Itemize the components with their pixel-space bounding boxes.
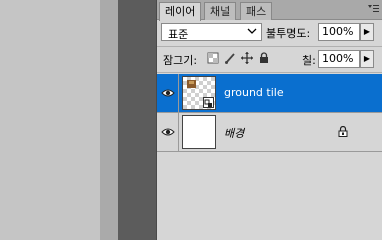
divider [157,46,382,47]
canvas-area [0,0,100,240]
layers-panel: 레이어 채널 패스 표준 불투명도: 100% ▶ 잠그기: 칠: 100% ▶… [156,0,382,240]
tab-paths[interactable]: 패스 [240,2,273,20]
opacity-label: 불투명도: [266,27,311,40]
opacity-input[interactable]: 100% [318,23,360,41]
fill-slider-button[interactable]: ▶ [360,50,374,68]
blend-mode-select[interactable]: 표준 [161,23,262,41]
layer-row-ground-tile[interactable]: ground tile [157,74,382,113]
opacity-slider-button[interactable]: ▶ [360,23,374,41]
blend-mode-value: 표준 [168,28,189,41]
lock-brush-icon[interactable] [224,52,236,64]
visibility-toggle[interactable] [157,113,179,151]
fill-input[interactable]: 100% [318,50,360,68]
visibility-toggle[interactable] [157,74,179,112]
blend-opacity-row: 표준 불투명도: 100% ▶ [157,21,382,45]
lock-fill-row: 잠그기: 칠: 100% ▶ [157,48,382,70]
canvas-border [100,0,118,240]
lock-icon [338,125,348,140]
layer-thumbnail [182,76,216,110]
divider [157,72,382,73]
panel-tab-bar: 레이어 채널 패스 [157,0,382,21]
lock-label: 잠그기: [163,54,198,67]
lock-move-icon[interactable] [241,52,253,64]
tab-channels[interactable]: 채널 [204,2,237,20]
panel-menu-icon[interactable] [367,4,379,16]
fill-label: 칠: [302,54,316,67]
workspace-gutter [118,0,156,240]
layer-row-background[interactable]: 배경 [157,113,382,152]
lock-all-icon[interactable] [258,52,270,64]
layer-name[interactable]: ground tile [224,86,284,99]
tab-layers[interactable]: 레이어 [159,2,202,21]
layer-list: ground tile 배경 [157,74,382,240]
layer-thumbnail [182,115,216,149]
lock-transparent-icon[interactable] [207,52,219,64]
chevron-down-icon [247,25,257,40]
layer-name[interactable]: 배경 [224,125,244,141]
smart-object-icon [203,97,214,108]
